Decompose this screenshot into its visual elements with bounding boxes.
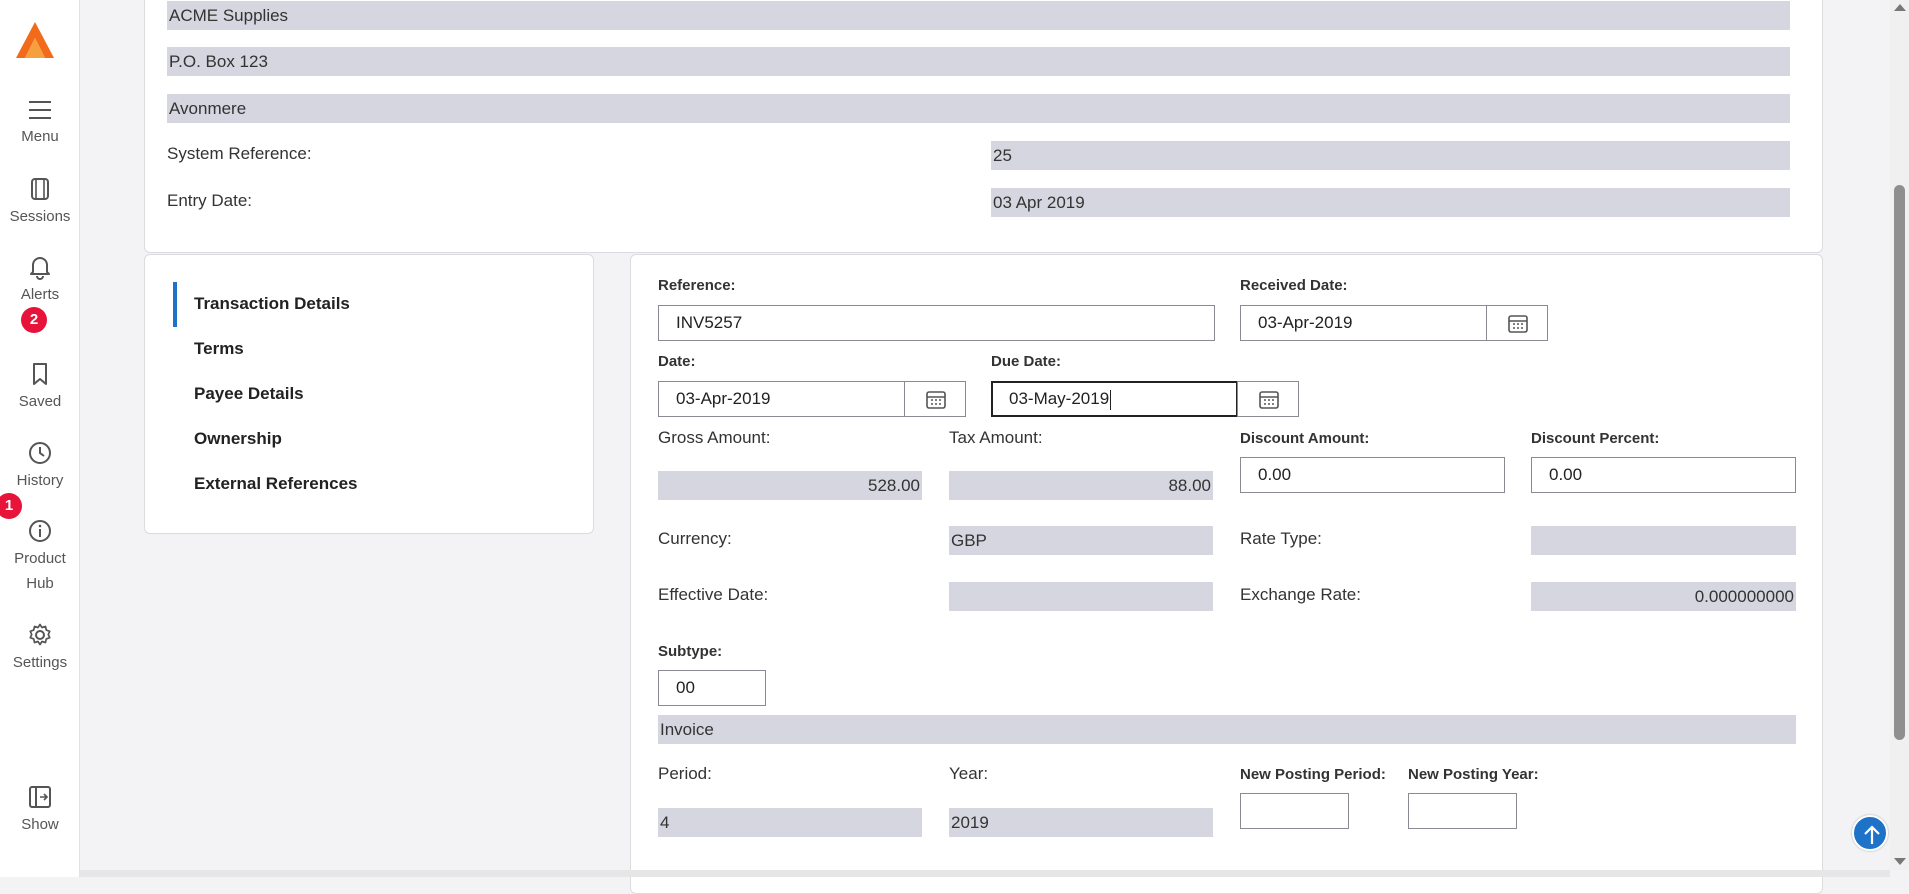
vertical-scrollbar-thumb[interactable] bbox=[1894, 185, 1905, 740]
scroll-to-top-button[interactable] bbox=[1852, 815, 1888, 851]
supplier-name: ACME Supplies bbox=[167, 1, 1790, 30]
section-sidebar-card: Transaction Details Terms Payee Details … bbox=[144, 254, 594, 534]
exchange-rate-value: 0.000000000 bbox=[1531, 582, 1796, 611]
discount-percent-label: Discount Percent: bbox=[1531, 430, 1660, 447]
effective-date-label: Effective Date: bbox=[658, 585, 769, 604]
entry-date-value: 03 Apr 2019 bbox=[991, 188, 1790, 217]
rate-type-value bbox=[1531, 526, 1796, 555]
text-caret bbox=[1110, 389, 1112, 410]
rate-type-label: Rate Type: bbox=[1240, 529, 1322, 548]
nav-sessions-label: Sessions bbox=[9, 208, 71, 225]
date-label: Date: bbox=[658, 353, 696, 370]
system-reference-label: System Reference: bbox=[167, 144, 312, 163]
period-label: Period: bbox=[658, 764, 712, 783]
received-date-input[interactable]: 03-Apr-2019 bbox=[1240, 305, 1487, 341]
discount-amount-label: Discount Amount: bbox=[1240, 430, 1370, 447]
bookmark-icon bbox=[33, 363, 47, 385]
effective-date-value bbox=[949, 582, 1213, 611]
nav-product-hub[interactable]: Product Hub bbox=[0, 518, 80, 596]
sidebar-item-ownership[interactable]: Ownership bbox=[194, 429, 282, 449]
new-posting-year-input[interactable] bbox=[1408, 793, 1517, 829]
supplier-header-card: ACME Supplies P.O. Box 123 Avonmere Syst… bbox=[144, 0, 1823, 253]
scroll-down-arrow-icon[interactable] bbox=[1894, 858, 1906, 865]
nav-menu[interactable]: Menu bbox=[0, 98, 80, 149]
reference-input[interactable]: INV5257 bbox=[658, 305, 1215, 341]
due-date-label: Due Date: bbox=[991, 353, 1062, 370]
page-content: ACME Supplies P.O. Box 123 Avonmere Syst… bbox=[80, 0, 1890, 894]
nav-product-hub-label-2: Hub bbox=[26, 575, 54, 592]
alerts-count-badge: 2 bbox=[21, 307, 47, 333]
exchange-rate-label: Exchange Rate: bbox=[1240, 585, 1361, 604]
nav-saved-label: Saved bbox=[18, 393, 62, 410]
horizontal-scrollbar[interactable] bbox=[80, 870, 1890, 877]
discount-amount-input[interactable]: 0.00 bbox=[1240, 457, 1505, 493]
date-calendar-button[interactable] bbox=[904, 381, 966, 417]
system-reference-value: 25 bbox=[991, 141, 1790, 170]
reference-label: Reference: bbox=[658, 277, 736, 294]
year-value: 2019 bbox=[949, 808, 1213, 837]
nav-settings-label: Settings bbox=[12, 654, 68, 671]
app-logo-icon[interactable] bbox=[14, 20, 56, 60]
subtype-description: Invoice bbox=[658, 715, 1796, 744]
sidebar-item-payee-details[interactable]: Payee Details bbox=[194, 384, 304, 404]
year-label: Year: bbox=[949, 764, 989, 783]
bell-icon bbox=[30, 257, 50, 280]
info-icon bbox=[29, 520, 51, 542]
currency-label: Currency: bbox=[658, 529, 732, 548]
nav-alerts-label: Alerts bbox=[20, 286, 60, 303]
nav-show-label: Show bbox=[21, 816, 59, 833]
entry-date-label: Entry Date: bbox=[167, 191, 253, 210]
discount-percent-input[interactable]: 0.00 bbox=[1531, 457, 1796, 493]
new-posting-period-input[interactable] bbox=[1240, 793, 1349, 829]
address-line-2: Avonmere bbox=[167, 94, 1790, 123]
hamburger-icon bbox=[29, 101, 51, 119]
nav-show[interactable]: Show bbox=[0, 784, 80, 837]
due-date-calendar-button[interactable] bbox=[1237, 381, 1299, 417]
address-line-1: P.O. Box 123 bbox=[167, 47, 1790, 76]
tax-amount-label: Tax Amount: bbox=[949, 428, 1043, 447]
arrow-up-icon bbox=[1864, 825, 1880, 844]
nav-saved[interactable]: Saved bbox=[0, 361, 80, 414]
calendar-icon bbox=[926, 391, 946, 409]
nav-sessions[interactable]: Sessions bbox=[0, 176, 80, 229]
gear-icon bbox=[29, 623, 51, 646]
gross-amount-value: 528.00 bbox=[658, 471, 922, 500]
show-panel-icon bbox=[29, 786, 51, 808]
history-count-badge: 1 bbox=[0, 493, 22, 519]
nav-rail: Menu Sessions Alerts 2 Saved History 1 P… bbox=[0, 0, 80, 877]
due-date-value: 03-May-2019 bbox=[1009, 389, 1110, 408]
gross-amount-label: Gross Amount: bbox=[658, 428, 771, 447]
calendar-icon bbox=[1508, 315, 1528, 333]
sidebar-item-transaction-details[interactable]: Transaction Details bbox=[194, 294, 350, 314]
new-posting-period-label: New Posting Period: bbox=[1240, 766, 1386, 783]
nav-settings[interactable]: Settings bbox=[0, 622, 80, 675]
period-value: 4 bbox=[658, 808, 922, 837]
active-section-indicator bbox=[173, 282, 177, 327]
vertical-scrollbar[interactable] bbox=[1890, 0, 1909, 870]
sidebar-item-external-references[interactable]: External References bbox=[194, 474, 357, 494]
clock-icon bbox=[29, 442, 51, 464]
nav-history-label: History bbox=[16, 472, 64, 489]
subtype-label: Subtype: bbox=[658, 643, 723, 660]
nav-menu-label: Menu bbox=[21, 128, 59, 145]
subtype-input[interactable]: 00 bbox=[658, 670, 766, 706]
sessions-icon bbox=[31, 178, 49, 200]
calendar-icon bbox=[1259, 391, 1279, 409]
received-date-label: Received Date: bbox=[1240, 277, 1348, 294]
sidebar-item-terms[interactable]: Terms bbox=[194, 339, 244, 359]
scroll-up-arrow-icon[interactable] bbox=[1894, 4, 1906, 11]
nav-alerts[interactable]: Alerts bbox=[0, 254, 80, 307]
nav-history[interactable]: History bbox=[0, 440, 80, 493]
received-date-calendar-button[interactable] bbox=[1486, 305, 1548, 341]
currency-value: GBP bbox=[949, 526, 1213, 555]
tax-amount-value: 88.00 bbox=[949, 471, 1213, 500]
due-date-input[interactable]: 03-May-2019 bbox=[991, 381, 1238, 417]
transaction-details-card: Reference: INV5257 Received Date: 03-Apr… bbox=[630, 254, 1823, 894]
date-input[interactable]: 03-Apr-2019 bbox=[658, 381, 905, 417]
new-posting-year-label: New Posting Year: bbox=[1408, 766, 1539, 783]
nav-product-hub-label-1: Product bbox=[14, 550, 66, 567]
